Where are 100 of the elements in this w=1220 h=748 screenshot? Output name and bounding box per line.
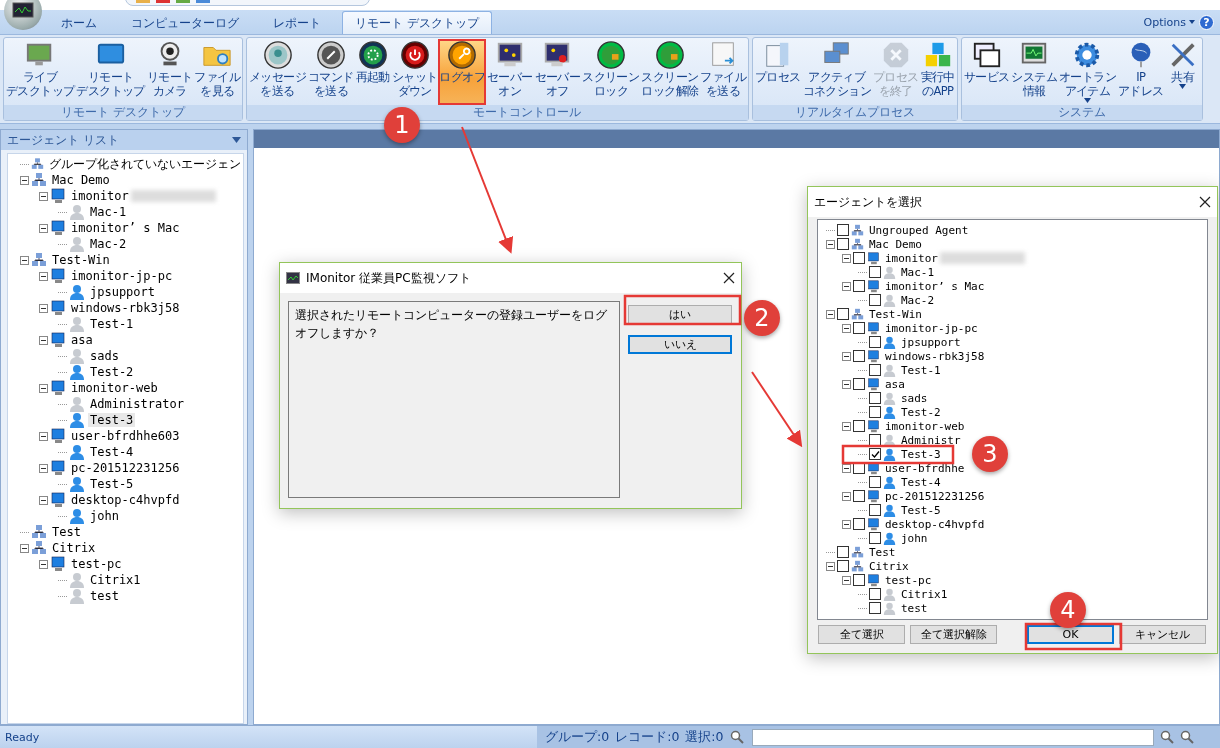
ribbon-button[interactable]: プロセス: [753, 39, 802, 105]
collapse-icon[interactable]: [842, 463, 851, 473]
collapse-icon[interactable]: [39, 223, 48, 233]
tree-item[interactable]: desktop-c4hvpfd: [69, 493, 182, 507]
checkbox[interactable]: [853, 280, 865, 292]
tree-item[interactable]: jpsupport: [899, 335, 963, 349]
search-icon[interactable]: [1179, 730, 1194, 744]
ribbon-button[interactable]: IP アドレス: [1117, 39, 1165, 105]
tree-item[interactable]: sads: [899, 391, 930, 405]
tree-item[interactable]: jpsupport: [88, 285, 158, 299]
collapse-icon[interactable]: [39, 271, 48, 281]
tree-item[interactable]: test-pc: [69, 557, 124, 571]
ribbon-button[interactable]: メッセージ を送る: [248, 39, 308, 105]
collapse-icon[interactable]: [39, 495, 48, 505]
collapse-icon[interactable]: [39, 191, 48, 201]
ribbon-button[interactable]: シャット ダウン: [390, 39, 439, 105]
ribbon-button[interactable]: ファイル を送る: [699, 39, 747, 105]
caret-icon[interactable]: [232, 137, 241, 143]
tree-item[interactable]: Test-5: [899, 503, 943, 517]
collapse-icon[interactable]: [39, 383, 48, 393]
tree-item[interactable]: Mac-2: [88, 237, 129, 251]
tree-item[interactable]: Test-3: [899, 447, 943, 461]
tree-item[interactable]: Test: [867, 545, 898, 559]
checkbox[interactable]: [853, 350, 865, 362]
tree-item[interactable]: Citrix: [867, 559, 911, 573]
ribbon-button[interactable]: ログオフ: [438, 39, 487, 105]
tree-item[interactable]: imonitor-jp-pc: [69, 269, 175, 283]
ribbon-button[interactable]: リモート デスクトップ: [75, 39, 146, 105]
ribbon-button[interactable]: スクリーン ロック解除: [640, 39, 700, 105]
tree-item[interactable]: imonitor’ s Mac: [69, 221, 182, 235]
ribbon-button[interactable]: システム 情報: [1010, 39, 1058, 105]
tree-item[interactable]: Test-Win: [50, 253, 112, 267]
checkbox[interactable]: [837, 560, 849, 572]
collapse-icon[interactable]: [842, 253, 851, 263]
tree-item[interactable]: imonitor-web: [883, 419, 967, 433]
tree-item[interactable]: Mac Demo: [50, 173, 112, 187]
tree-item[interactable]: asa: [69, 333, 95, 347]
tree-item[interactable]: imonitor’ s Mac: [883, 279, 987, 293]
ribbon-tab[interactable]: コンピューターログ: [118, 11, 252, 34]
tree-item[interactable]: test: [899, 601, 930, 615]
ribbon-button[interactable]: ライブ デスクトップ: [5, 39, 76, 105]
checkbox[interactable]: [869, 294, 881, 306]
search-field[interactable]: [751, 728, 1154, 746]
tree-item[interactable]: desktop-c4hvpfd: [883, 517, 987, 531]
checkbox[interactable]: [853, 322, 865, 334]
tree-item[interactable]: Citrix1: [899, 587, 950, 601]
tree-item[interactable]: Administr: [899, 433, 963, 447]
checkbox[interactable]: [869, 602, 881, 614]
tree-item[interactable]: windows-rbk3j58: [69, 301, 182, 315]
ribbon-button[interactable]: 共有: [1164, 39, 1201, 105]
tree-item[interactable]: imonitor: [69, 189, 131, 203]
collapse-icon[interactable]: [39, 303, 48, 313]
dialog-button[interactable]: OK: [1027, 625, 1114, 644]
dialog-button[interactable]: 全て選択解除: [910, 625, 997, 644]
checkbox[interactable]: [853, 490, 865, 502]
checkbox[interactable]: [869, 532, 881, 544]
tree-item[interactable]: john: [899, 531, 930, 545]
checkbox[interactable]: [853, 518, 865, 530]
tree-item[interactable]: john: [88, 509, 121, 523]
checkbox[interactable]: [869, 434, 881, 446]
tree-item[interactable]: test-pc: [883, 573, 934, 587]
ribbon-button[interactable]: セーバー オン: [486, 39, 534, 105]
close-icon[interactable]: [1199, 196, 1211, 208]
ribbon-button[interactable]: サービス: [962, 39, 1011, 105]
tree-item[interactable]: user-bfrdhhe: [883, 461, 967, 475]
ribbon-button[interactable]: コマンド を送る: [307, 39, 355, 105]
tree-item[interactable]: Test-5: [88, 477, 136, 491]
checkbox[interactable]: [869, 266, 881, 278]
tree-item[interactable]: Mac-1: [899, 265, 937, 279]
tree-item[interactable]: windows-rbk3j58: [883, 349, 987, 363]
ribbon-tab[interactable]: ホーム: [48, 11, 110, 34]
collapse-icon[interactable]: [826, 561, 835, 571]
tree-item[interactable]: test: [88, 589, 121, 603]
checkbox[interactable]: [869, 476, 881, 488]
tree-item[interactable]: pc-201512231256: [883, 489, 987, 503]
tree-item[interactable]: Test-2: [88, 365, 136, 379]
tree-item[interactable]: imonitor-jp-pc: [883, 321, 980, 335]
tree-item[interactable]: asa: [883, 377, 907, 391]
ribbon-button[interactable]: アクティブ コネクション: [801, 39, 872, 105]
checkbox[interactable]: [869, 364, 881, 376]
tree-item[interactable]: Mac-1: [88, 205, 129, 219]
collapse-icon[interactable]: [20, 175, 29, 185]
tree-item[interactable]: imonitor: [883, 251, 940, 265]
ribbon-tab[interactable]: レポート: [260, 11, 334, 34]
tree-item[interactable]: pc-201512231256: [69, 461, 182, 475]
tree-item[interactable]: Test-4: [899, 475, 943, 489]
collapse-icon[interactable]: [20, 543, 29, 553]
checkbox[interactable]: [837, 224, 849, 236]
collapse-icon[interactable]: [39, 431, 48, 441]
tree-item[interactable]: Test-2: [899, 405, 943, 419]
dialog-button[interactable]: キャンセル: [1119, 625, 1206, 644]
tree-item[interactable]: Citrix: [50, 541, 98, 555]
collapse-icon[interactable]: [39, 463, 48, 473]
tree-item[interactable]: user-bfrdhhe603: [69, 429, 182, 443]
ribbon-button[interactable]: ファイル を見る: [193, 39, 242, 105]
collapse-icon[interactable]: [20, 255, 29, 265]
ribbon-button[interactable]: 再起動: [354, 39, 391, 105]
ribbon-button[interactable]: スクリーン ロック: [581, 39, 641, 105]
search-icon[interactable]: [729, 730, 744, 744]
dialog-button[interactable]: いいえ: [628, 335, 732, 354]
